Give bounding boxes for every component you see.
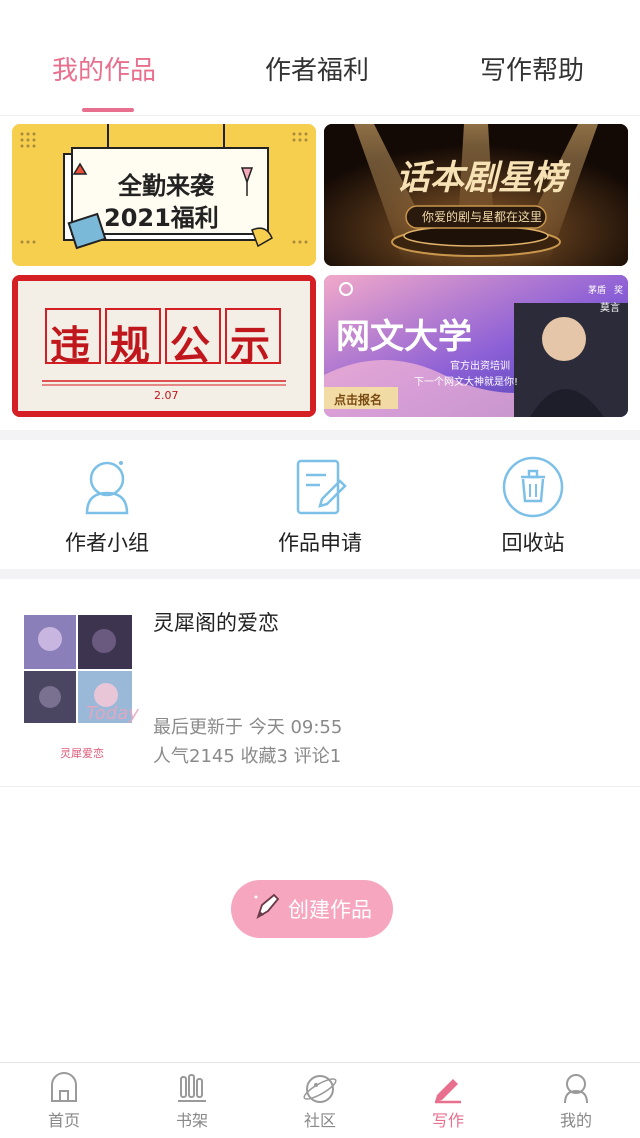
banner-drama-subtitle: 你爱的剧与星都在这里 [422,210,543,224]
banner-violation-title: 违规公示 [50,323,290,369]
entry-work-application[interactable]: 作品申请 [245,455,395,557]
nav-write[interactable]: 写作 [408,1071,488,1131]
bookshelf-icon [178,1074,206,1102]
active-tab-indicator [82,108,134,112]
nav-home-label: 首页 [47,1111,80,1130]
bottom-navigation: 首页 书架 社区 写作 我的 [0,1062,640,1138]
banner-university-title: 网文大学 [336,317,472,357]
edit-document-icon [288,455,352,519]
banner-violation-date: 2.07 [154,389,179,402]
work-cover-overlay: Today [86,703,139,724]
banner-fulltime-subtitle: 2021福利 [104,204,219,232]
banner-university-tagline1: 官方出资培训 [450,361,510,372]
work-updated-time: 最后更新于 今天 09:55 [153,717,343,738]
entry-work-application-label: 作品申请 [278,531,362,555]
home-icon [51,1072,77,1102]
nav-write-label: 写作 [431,1111,464,1130]
community-icon [303,1075,337,1103]
create-work-label: 创建作品 [288,898,372,922]
nav-profile-label: 我的 [559,1111,592,1130]
tab-writing-help[interactable]: 写作帮助 [480,50,584,87]
user-group-icon [75,455,139,519]
pencil-icon [252,891,282,928]
entry-recycle-bin-label: 回收站 [501,531,565,555]
work-title[interactable]: 灵犀阁的爱恋 [153,607,279,637]
banner-fulltime-title: 全勤来袭 [118,172,214,200]
banner-university-badge3: 莫言 [600,303,620,314]
banner-university-badge1: 茅盾 [588,286,607,296]
banner-fulltime-benefit[interactable]: 全勤来袭 2021福利 [12,124,316,266]
entry-author-group[interactable]: 作者小组 [32,455,182,557]
banner-violation-notice[interactable]: 违规公示 2.07 [12,275,316,417]
work-cover-caption: 灵犀爱恋 [60,747,104,760]
nav-community-label: 社区 [303,1111,336,1130]
nav-profile[interactable]: 我的 [536,1071,616,1131]
section-divider [0,430,640,440]
nav-home[interactable]: 首页 [24,1071,104,1131]
profile-icon [564,1074,588,1104]
entry-author-group-label: 作者小组 [65,531,149,555]
banner-web-novel-university[interactable]: 网文大学 官方出资培训 下一个网文大神就是你! 点击报名 茅盾 奖 莫言 [324,275,628,417]
banner-university-badge2: 奖 [614,286,624,296]
write-icon [435,1079,461,1104]
banner-university-tagline2: 下一个网文大神就是你! [414,377,519,388]
work-stats: 人气2145 收藏3 评论1 [153,746,342,767]
work-cover-image [24,615,132,723]
tab-my-works[interactable]: 我的作品 [52,50,156,87]
tab-author-benefits[interactable]: 作者福利 [265,50,369,87]
top-tab-bar: 我的作品 作者福利 写作帮助 [0,0,640,116]
create-work-button[interactable]: 创建作品 [231,880,393,938]
banner-university-cta: 点击报名 [334,393,383,407]
nav-community[interactable]: 社区 [280,1071,360,1131]
work-cover[interactable]: Today 灵犀爱恋 [22,611,139,763]
work-list-item[interactable]: Today 灵犀爱恋 灵犀阁的爱恋 最后更新于 今天 09:55 人气2145 … [0,585,640,787]
section-divider [0,569,640,579]
nav-bookshelf[interactable]: 书架 [152,1071,232,1131]
entry-recycle-bin[interactable]: 回收站 [458,455,608,557]
nav-bookshelf-label: 书架 [175,1111,208,1130]
trash-icon [501,455,565,519]
banner-drama-star-ranking[interactable]: 话本剧星榜 你爱的剧与星都在这里 [324,124,628,266]
banner-drama-title: 话本剧星榜 [396,158,566,198]
